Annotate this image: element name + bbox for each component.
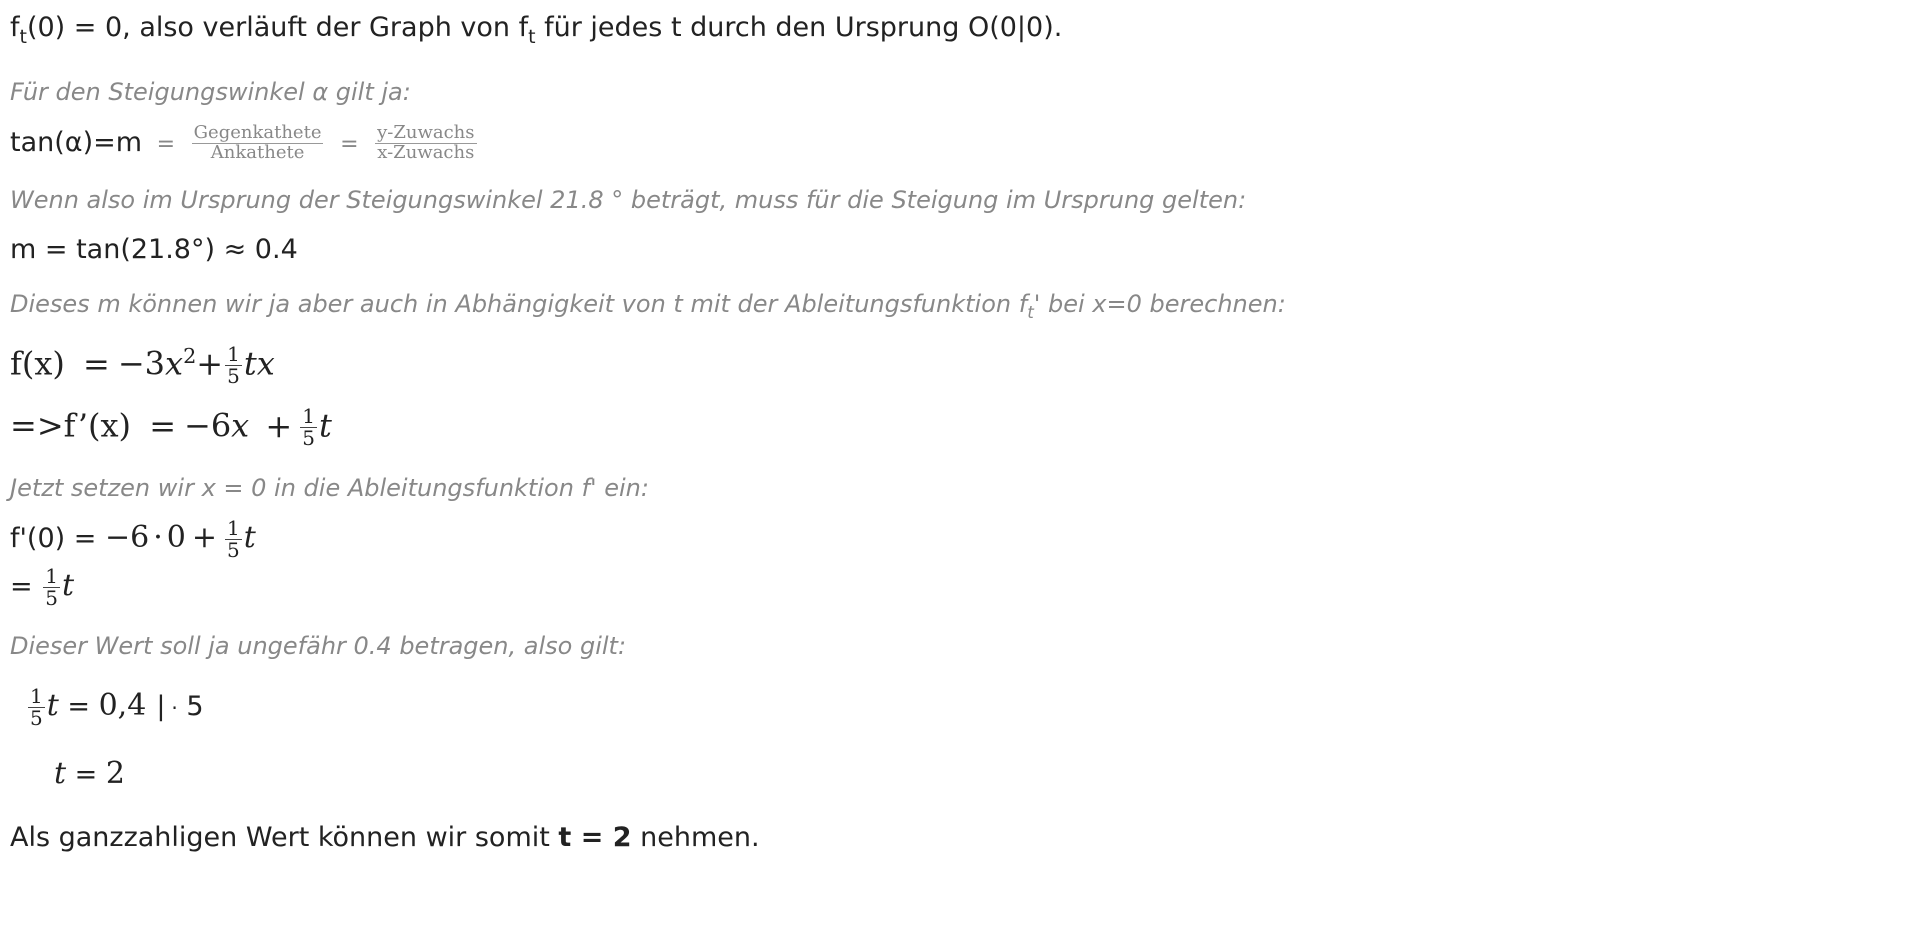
fraction-one-fifth: 15 [28, 686, 45, 729]
fx-lhs: f(x) [10, 344, 65, 383]
hint-wert: Dieser Wert soll ja ungefähr 0.4 betrage… [10, 632, 627, 660]
variable-t: t [243, 520, 256, 555]
fraction-numerator: 1 [43, 564, 60, 588]
variable-t: t [46, 688, 59, 723]
minus-sign: − [184, 406, 211, 445]
plus-sign: + [196, 344, 224, 383]
number-five: 5 [177, 691, 204, 722]
term-tx: tx [243, 344, 275, 383]
fraction-one-fifth: 15 [300, 406, 317, 449]
coefficient: 6 [210, 406, 232, 445]
conclusion: Als ganzzahligen Wert können wir somit t… [10, 822, 760, 853]
fraction-zuwachs: y-Zuwachs x-Zuwachs [375, 122, 477, 163]
origin-text-part1: (0) = 0, also verläuft der Graph von [26, 12, 519, 43]
number-zero: 0 [166, 520, 186, 555]
fraction-one-fifth: 15 [224, 516, 242, 562]
hint-ableitung-part1: Dieses m können wir ja aber auch in Abhä… [10, 290, 1028, 318]
equals-sign: = [340, 131, 359, 157]
derivative-at-zero: f'(0) = −6 · 0 +1 5 t [10, 518, 256, 561]
equals-sign: = [83, 344, 110, 383]
fraction-gegenkathete-ankathete: Gegenkathete Ankathete [191, 122, 324, 163]
equals-sign: = [149, 406, 176, 445]
equals-sign: = [66, 759, 106, 790]
conclusion-part1: Als ganzzahligen Wert können wir somit [10, 822, 559, 853]
fraction-numerator: 1 [28, 684, 45, 708]
fraction-denominator: 5 [30, 706, 43, 730]
fraction-denominator: 5 [45, 586, 58, 610]
fraction-numerator: 1 [300, 404, 317, 428]
fraction-denominator: Ankathete [210, 141, 305, 163]
plus-sign: + [191, 520, 217, 555]
tan-formula: tan(α)=m = Gegenkathete Ankathete = y-Zu… [10, 122, 479, 163]
function-subscript: t [19, 25, 27, 48]
equation-solve-step: 15t = 0,4 | · 5 [26, 686, 204, 729]
origin-text-part2: für jedes t durch den Ursprung O(0|0). [535, 12, 1063, 43]
m-value-line: m = tan(21.8°) ≈ 0.4 [10, 234, 298, 265]
fraction-numerator: 1 [224, 516, 242, 540]
simplified-derivative: = 15t [10, 566, 74, 609]
variable-x: x [231, 406, 250, 445]
fraction-denominator: 5 [226, 538, 240, 562]
fraction-one-fifth: 15 [225, 344, 242, 387]
derivative-definition: =>f’(x) = −6x +1 5 t [10, 406, 332, 449]
variable-t: t [54, 756, 67, 791]
variable-x: x [165, 344, 184, 383]
equals-sign: = [58, 691, 99, 722]
fraction-denominator: 5 [302, 426, 315, 450]
minus-sign: − [117, 344, 145, 383]
plus-sign: + [265, 406, 293, 445]
function-symbol: f [10, 12, 20, 43]
hint-ableitung: Dieses m können wir ja aber auch in Abhä… [10, 290, 1286, 320]
function-definition: f(x) = −3x2+ 1 5 tx [10, 344, 275, 387]
coefficient: 3 [144, 344, 166, 383]
conclusion-result: t = 2 [558, 822, 632, 853]
function-subscript: t [1027, 301, 1034, 322]
exponent: 2 [183, 344, 197, 369]
hint-einsetzen: Jetzt setzen wir x = 0 in die Ableitungs… [10, 474, 649, 502]
fraction-numerator: 1 [225, 342, 242, 366]
f0-lhs: f'(0) = [10, 523, 105, 554]
fprime-lhs: =>f’(x) [10, 406, 132, 445]
value-zero-point-four: 0,4 [98, 688, 147, 723]
equals-sign: = [10, 571, 42, 602]
fraction-numerator: Gegenkathete [191, 122, 324, 144]
minus-sign: − [104, 520, 131, 555]
number-six: 6 [130, 520, 150, 555]
function-subscript: t [528, 25, 536, 48]
function-symbol: f [518, 12, 529, 43]
fraction-numerator: y-Zuwachs [375, 122, 477, 144]
fraction-denominator: x-Zuwachs [377, 141, 475, 163]
equation-result: t = 2 [54, 756, 125, 791]
tan-lhs: tan(α)=m [10, 126, 143, 158]
hint-steigungswinkel: Für den Steigungswinkel α gilt ja: [10, 78, 411, 106]
variable-t: t [61, 568, 75, 603]
origin-statement: ft(0) = 0, also verläuft der Graph von f… [10, 12, 1063, 46]
equals-sign: = [156, 131, 176, 157]
conclusion-part2: nehmen. [631, 822, 760, 853]
variable-t: t [318, 406, 332, 445]
fraction-denominator: 5 [227, 364, 240, 388]
multiply-dot: · [153, 520, 163, 555]
fraction-one-fifth: 15 [43, 566, 60, 609]
hint-steigung-ursprung: Wenn also im Ursprung der Steigungswinke… [10, 186, 1247, 214]
value-two: 2 [105, 756, 125, 791]
operation-bar: | [156, 691, 166, 722]
hint-ableitung-part2: ' bei x=0 berechnen: [1033, 290, 1286, 318]
